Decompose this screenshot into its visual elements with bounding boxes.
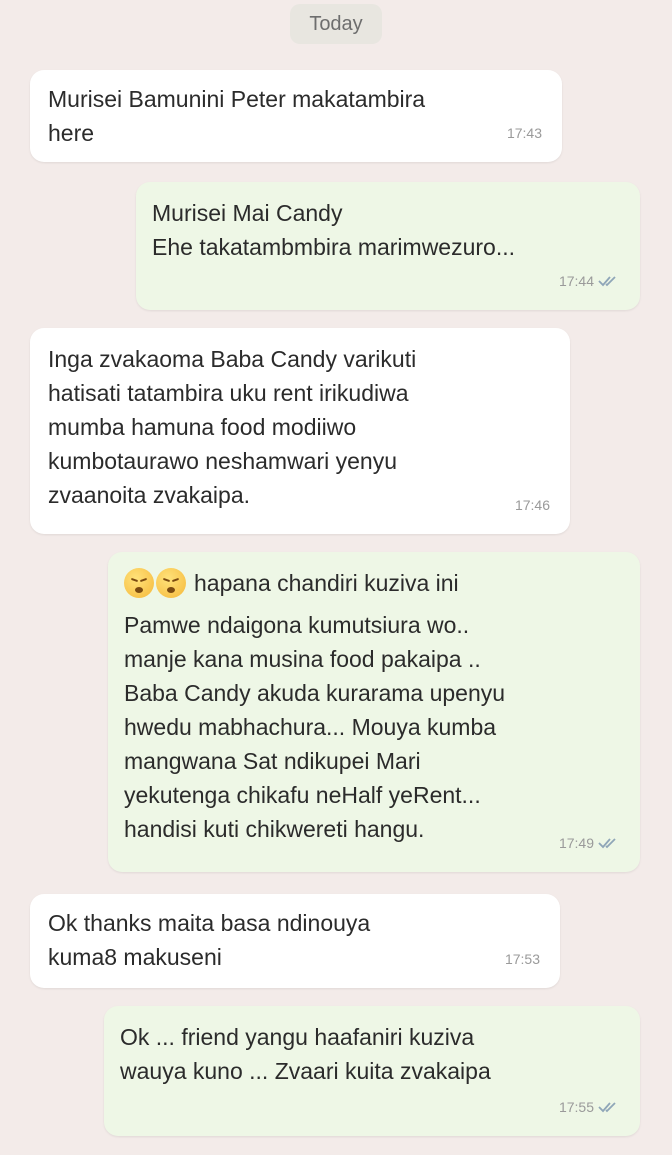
message-time: 17:43 <box>506 125 542 141</box>
date-divider: Today <box>290 4 382 44</box>
message-time: 17:46 <box>514 497 550 513</box>
double-check-icon <box>598 276 616 287</box>
message-bubble-outgoing[interactable]: Murisei Mai Candy Ehe takatambmbira mari… <box>136 182 640 310</box>
message-time: 17:55 <box>558 1099 594 1115</box>
message-bubble-incoming[interactable]: Ok thanks maita basa ndinouya kuma8 maku… <box>30 894 560 988</box>
double-check-icon <box>598 1102 616 1113</box>
message-text: Pamwe ndaigona kumutsiura wo.. manje kan… <box>124 612 506 842</box>
message-bubble-outgoing[interactable]: Ok ... friend yangu haafaniri kuziva wau… <box>104 1006 640 1136</box>
message-bubble-outgoing[interactable]: hapana chandiri kuziva ini Pamwe ndaigon… <box>108 552 640 872</box>
message-text: Murisei Bamunini Peter makatambira here <box>48 86 426 146</box>
chat-area[interactable]: Today Murisei Bamunini Peter makatambira… <box>0 0 672 1155</box>
sleepy-face-emoji-icon <box>124 568 154 598</box>
message-text: Murisei Mai Candy Ehe takatambmbira mari… <box>152 200 516 260</box>
message-first-line: hapana chandiri kuziva ini <box>194 570 459 596</box>
message-bubble-incoming[interactable]: Murisei Bamunini Peter makatambira here … <box>30 70 562 162</box>
message-time: 17:49 <box>558 835 594 851</box>
sleepy-face-emoji-icon <box>156 568 186 598</box>
message-bubble-incoming[interactable]: Inga zvakaoma Baba Candy varikuti hatisa… <box>30 328 570 534</box>
message-time: 17:44 <box>558 273 594 289</box>
emoji-group <box>124 568 186 598</box>
double-check-icon <box>598 838 616 849</box>
message-time: 17:53 <box>504 951 540 967</box>
message-text: Ok ... friend yangu haafaniri kuziva wau… <box>120 1024 491 1084</box>
message-text: Ok thanks maita basa ndinouya kuma8 maku… <box>48 910 371 970</box>
message-text: Inga zvakaoma Baba Candy varikuti hatisa… <box>48 346 417 508</box>
